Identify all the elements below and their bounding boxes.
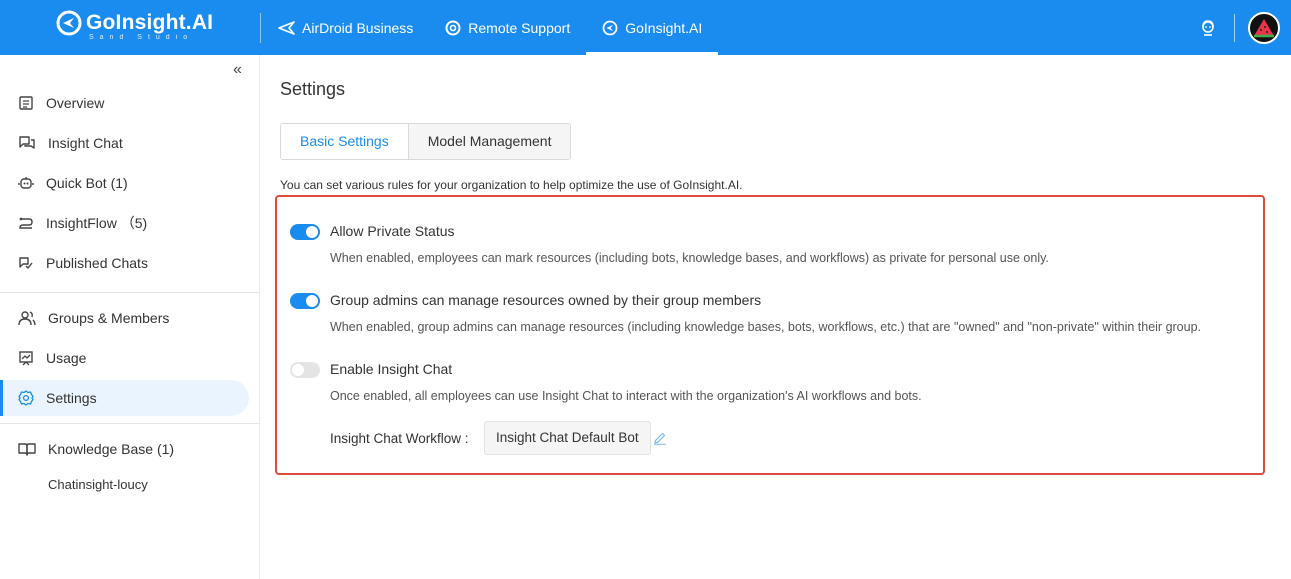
- goinsight-icon: [602, 20, 618, 35]
- top-divider: [260, 13, 261, 43]
- sidebar-item-settings[interactable]: Settings: [0, 380, 249, 416]
- settings-hint: You can set various rules for your organ…: [280, 178, 743, 192]
- sidebar-item-label: Quick Bot (1): [46, 175, 128, 191]
- top-nav: AirDroid Business Remote Support GoInsig…: [262, 0, 719, 55]
- avatar[interactable]: [1248, 12, 1280, 44]
- top-nav-goinsight[interactable]: GoInsight.AI: [586, 0, 719, 55]
- sidebar-subitem-knowledge[interactable]: Chatinsight-loucy: [48, 477, 148, 492]
- enable-insight-chat-toggle[interactable]: [290, 362, 320, 378]
- brand-logo[interactable]: GoInsight.AI Sand Studio: [56, 10, 216, 44]
- sidebar-item-groups-members[interactable]: Groups & Members: [0, 300, 249, 336]
- sidebar-divider: [0, 423, 259, 424]
- gear-icon: [18, 390, 34, 406]
- sidebar-item-label: Published Chats: [46, 255, 148, 271]
- main-content: Settings Basic Settings Model Management…: [260, 55, 1291, 579]
- flow-icon: [19, 217, 33, 229]
- sidebar-item-label: Overview: [46, 95, 105, 111]
- support-agent-icon[interactable]: [1198, 18, 1218, 38]
- published-icon: [19, 257, 33, 270]
- tab-model-management[interactable]: Model Management: [408, 124, 571, 159]
- workflow-select[interactable]: Insight Chat Default Bot: [484, 421, 651, 455]
- sidebar-item-published-chats[interactable]: Published Chats: [0, 245, 249, 281]
- settings-panel: Allow Private Status When enabled, emplo…: [275, 195, 1265, 475]
- setting-description: Once enabled, all employees can use Insi…: [330, 389, 922, 403]
- sidebar-item-label: Insight Chat: [48, 135, 123, 151]
- top-nav-goinsight-label: GoInsight.AI: [625, 19, 703, 36]
- sidebar-item-quick-bot[interactable]: Quick Bot (1): [0, 165, 249, 201]
- tab-basic-settings[interactable]: Basic Settings: [281, 124, 409, 159]
- sidebar: « Overview Insight Chat Quick Bot (1) In…: [0, 55, 260, 579]
- setting-description: When enabled, group admins can manage re…: [330, 320, 1202, 334]
- page-title: Settings: [280, 79, 346, 99]
- setting-title: Enable Insight Chat: [330, 361, 453, 377]
- watermelon-avatar-icon: [1254, 19, 1274, 38]
- remote-support-icon: [445, 20, 461, 35]
- sidebar-item-usage[interactable]: Usage: [0, 340, 249, 376]
- sidebar-item-overview[interactable]: Overview: [0, 85, 249, 121]
- setting-title: Allow Private Status: [330, 223, 455, 239]
- overview-icon: [19, 96, 33, 110]
- book-icon: [18, 443, 36, 456]
- sidebar-item-label: InsightFlow （5): [46, 215, 148, 231]
- group-admins-toggle[interactable]: [290, 293, 320, 309]
- sidebar-item-label: Usage: [46, 350, 87, 366]
- members-icon: [18, 311, 36, 326]
- top-bar: GoInsight.AI Sand Studio AirDroid Busine…: [0, 0, 1291, 55]
- collapse-sidebar-icon[interactable]: «: [233, 62, 249, 78]
- usage-icon: [19, 351, 33, 366]
- top-nav-airdroid[interactable]: AirDroid Business: [262, 0, 429, 55]
- edit-pencil-icon[interactable]: [653, 431, 667, 445]
- workflow-label: Insight Chat Workflow :: [330, 431, 469, 446]
- sidebar-item-insightflow[interactable]: InsightFlow （5): [0, 205, 249, 241]
- top-nav-remote-support-label: Remote Support: [468, 19, 571, 36]
- sidebar-item-label: Knowledge Base (1): [48, 441, 175, 457]
- goinsight-logo-icon: [56, 10, 82, 36]
- sidebar-item-label: Settings: [46, 390, 97, 406]
- sidebar-item-insight-chat[interactable]: Insight Chat: [0, 125, 249, 161]
- allow-private-toggle[interactable]: [290, 224, 320, 240]
- chat-icon: [19, 136, 35, 149]
- setting-description: When enabled, employees can mark resourc…: [330, 251, 1049, 265]
- bot-icon: [18, 177, 34, 189]
- settings-tabs: Basic Settings Model Management: [280, 123, 572, 160]
- airdroid-icon: [278, 20, 295, 35]
- sidebar-item-knowledge-base[interactable]: Knowledge Base (1): [0, 431, 249, 467]
- top-nav-remote-support[interactable]: Remote Support: [429, 0, 586, 55]
- top-nav-airdroid-label: AirDroid Business: [302, 19, 414, 36]
- top-right-separator: [1234, 14, 1235, 42]
- sidebar-divider: [0, 292, 259, 293]
- brand-subtitle: Sand Studio: [89, 34, 194, 41]
- sidebar-item-label: Groups & Members: [48, 310, 170, 326]
- setting-title: Group admins can manage resources owned …: [330, 292, 762, 308]
- brand-name: GoInsight.AI: [86, 11, 214, 34]
